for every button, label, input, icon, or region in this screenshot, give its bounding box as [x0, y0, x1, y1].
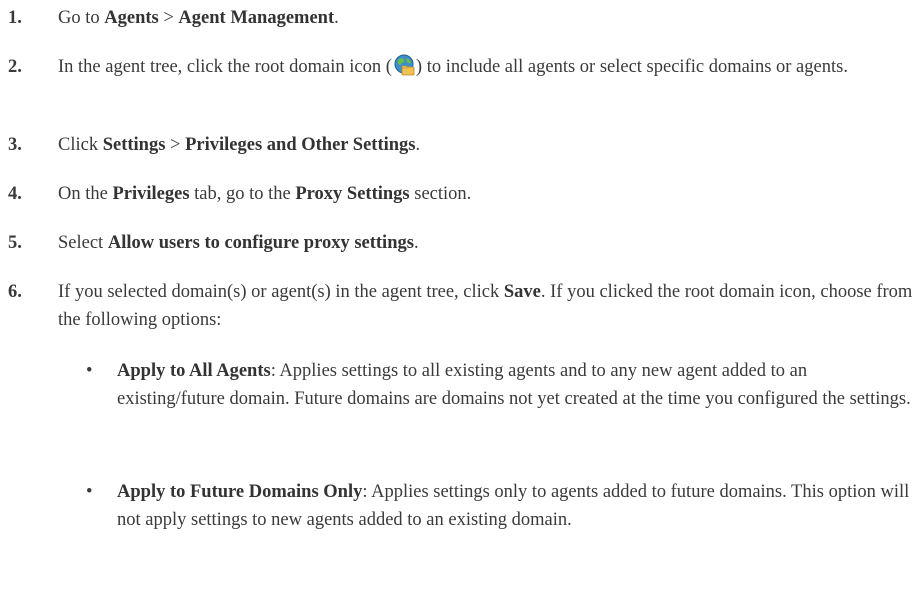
save-button-ref: Save: [503, 282, 541, 302]
section-proxy-settings: Proxy Settings: [295, 184, 410, 204]
tab-privileges: Privileges: [112, 184, 190, 204]
menu-settings: Settings: [102, 135, 166, 155]
step-number: 3.: [8, 135, 22, 155]
menu-privileges-other-settings: Privileges and Other Settings: [185, 135, 416, 155]
step-number: 1.: [8, 8, 22, 28]
step-text: Select Allow users to configure proxy se…: [58, 233, 419, 253]
procedure-document: 1. Go to Agents > Agent Management. 2. I…: [0, 0, 921, 589]
option-title: Apply to Future Domains Only: [117, 482, 363, 502]
bullet-icon: •: [86, 361, 93, 381]
step-text: In the agent tree, click the root domain…: [58, 53, 918, 81]
step-text: Click Settings > Privileges and Other Se…: [58, 135, 421, 155]
step-number: 4.: [8, 184, 22, 204]
step-text: If you selected domain(s) or agent(s) in…: [58, 282, 913, 330]
option-text: Apply to Future Domains Only: Applies se…: [117, 478, 912, 534]
option-text: Apply to All Agents: Applies settings to…: [117, 357, 912, 413]
option-title: Apply to All Agents: [117, 361, 271, 381]
option-allow-proxy-config: Allow users to configure proxy settings: [107, 233, 414, 253]
menu-agent-management: Agent Management: [178, 8, 335, 28]
step-number: 6.: [8, 282, 22, 302]
step-text: Go to Agents > Agent Management.: [58, 8, 339, 28]
root-domain-icon: [393, 54, 415, 76]
bullet-icon: •: [86, 482, 93, 502]
step-number: 2.: [8, 57, 22, 77]
step-number: 5.: [8, 233, 22, 253]
step-text: On the Privileges tab, go to the Proxy S…: [58, 184, 472, 204]
menu-agents: Agents: [104, 8, 159, 28]
